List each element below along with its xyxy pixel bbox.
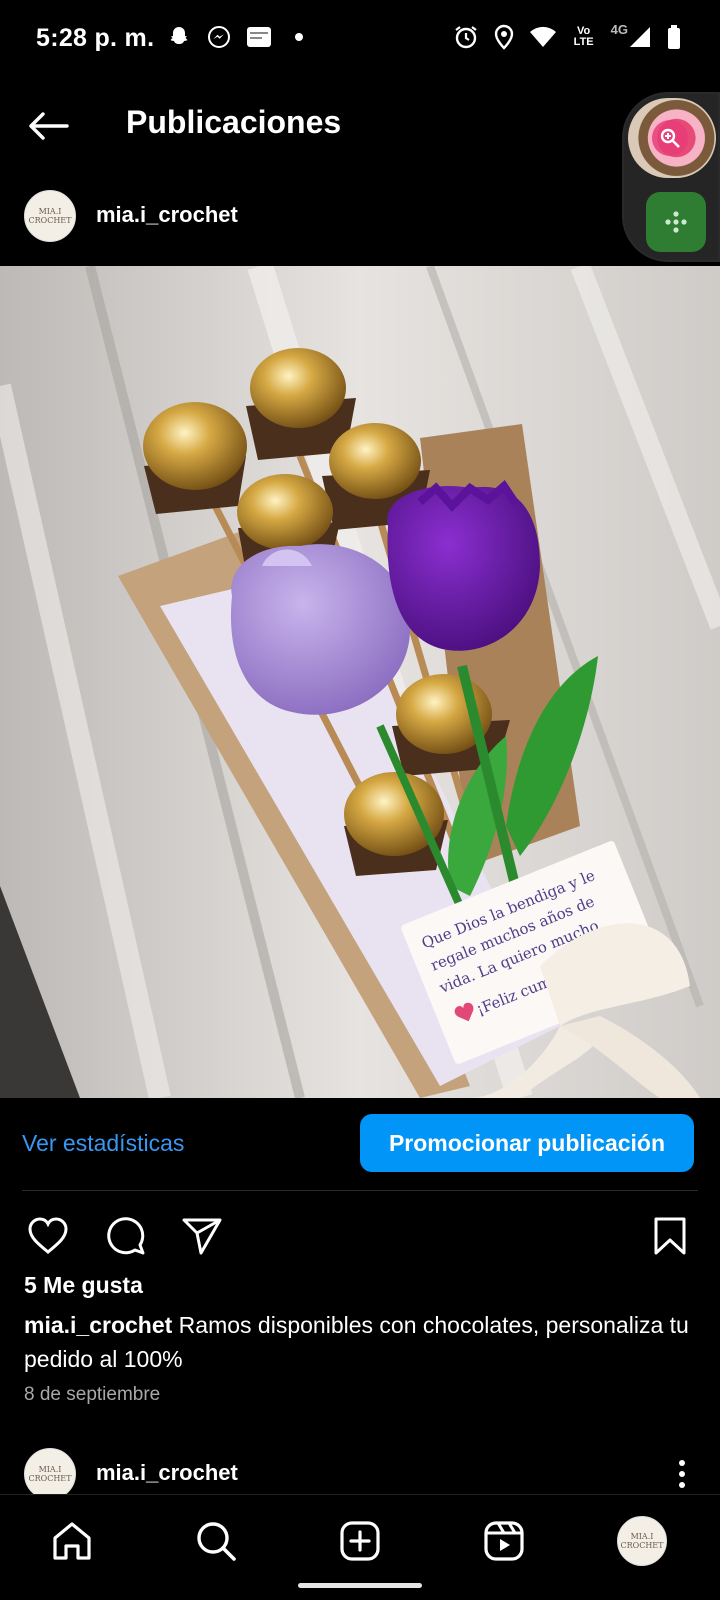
chocolate-1 [143,402,247,514]
header: Publicaciones [0,90,720,160]
system-home-indicator[interactable] [298,1583,422,1588]
post-actions [0,1208,720,1264]
arrow-left-icon [29,112,69,140]
status-bar: 5:28 p. m. Vo LTE 4G [0,0,720,78]
comment-icon [107,1217,145,1255]
dot-icon [286,24,312,50]
author-avatar[interactable]: MIA.I CROCHET [24,190,76,242]
reels-icon [484,1521,524,1561]
zoom-icon[interactable] [652,120,688,156]
nav-create[interactable] [332,1513,388,1569]
view-insights-link[interactable]: Ver estadísticas [22,1130,184,1157]
chocolate-6 [344,772,448,876]
messenger-icon [206,24,232,50]
wifi-icon [529,22,557,52]
status-left-icons [166,24,312,50]
status-time: 5:28 p. m. [36,24,155,52]
post-date: 8 de septiembre [24,1384,161,1405]
likes-count[interactable]: 5 Me gusta [24,1272,143,1299]
nav-reels[interactable] [476,1513,532,1569]
bottom-navigation: MIA.I CROCHET [0,1494,720,1600]
status-right-icons: Vo LTE 4G [453,22,682,52]
caption-username[interactable]: mia.i_crochet [24,1312,172,1338]
save-button[interactable] [646,1212,694,1260]
page-title: Publicaciones [126,104,342,140]
next-author-username[interactable]: mia.i_crochet [96,1460,238,1486]
add-post-icon [340,1521,380,1561]
bookmark-icon [654,1217,686,1255]
promote-post-button[interactable]: Promocionar publicación [360,1114,694,1172]
like-button[interactable] [24,1212,72,1260]
card-notification-icon [246,24,272,50]
nav-search[interactable] [188,1513,244,1569]
location-icon [493,22,515,52]
battery-icon [666,22,682,52]
post-header: MIA.I CROCHET mia.i_crochet [0,188,720,244]
signal-icon [628,22,652,52]
share-button[interactable] [178,1212,226,1260]
alarm-icon [453,22,479,52]
author-username[interactable]: mia.i_crochet [96,202,238,228]
snapchat-icon [166,24,192,50]
network-type-label: 4G [610,21,628,37]
search-icon [197,1522,236,1561]
more-options-button[interactable] [664,1454,700,1494]
send-icon [182,1218,222,1255]
nav-profile[interactable]: MIA.I CROCHET [614,1513,670,1569]
volte-icon: Vo LTE [573,25,594,48]
bouquet-photo: Que Dios la bendiga y le regale muchos a… [0,266,720,1098]
next-author-avatar[interactable]: MIA.I CROCHET [24,1448,76,1500]
more-vertical-icon [679,1460,685,1488]
divider [22,1190,698,1191]
post-image[interactable]: Que Dios la bendiga y le regale muchos a… [0,266,720,1098]
comment-button[interactable] [102,1212,150,1260]
nav-home[interactable] [44,1513,100,1569]
heart-icon [28,1217,68,1254]
post-caption: mia.i_crochet Ramos disponibles con choc… [24,1308,700,1376]
profile-avatar: MIA.I CROCHET [617,1516,667,1566]
back-button[interactable] [24,104,72,148]
home-icon [53,1522,91,1560]
